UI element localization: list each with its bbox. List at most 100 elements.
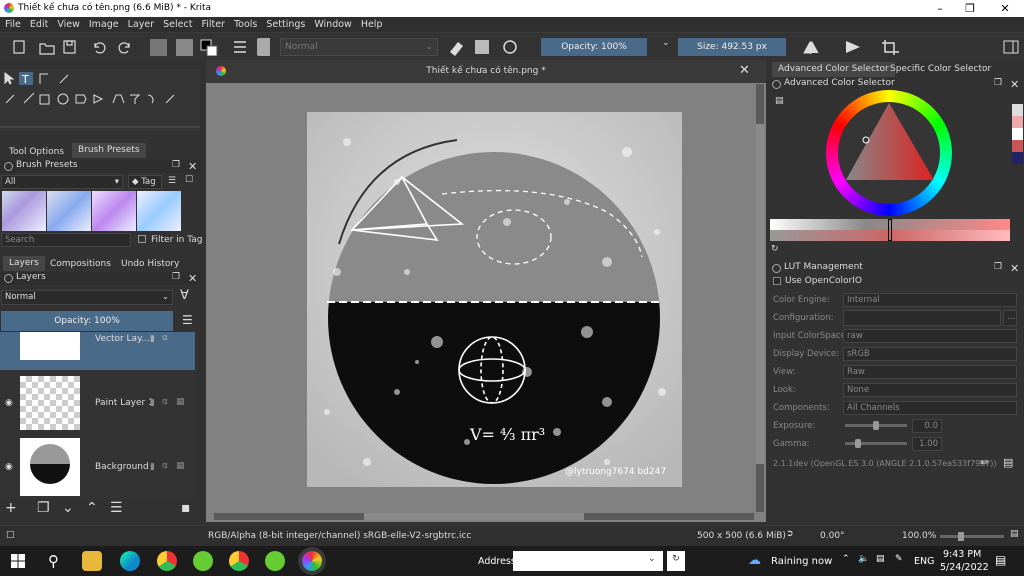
close-document-icon[interactable]: ✕ bbox=[739, 63, 750, 78]
lock-icon[interactable]: ▮ bbox=[150, 462, 155, 472]
workspace-chooser-icon[interactable] bbox=[1002, 38, 1020, 56]
language-indicator[interactable]: ENG bbox=[914, 556, 934, 567]
clock-time[interactable]: 9:43 PM bbox=[943, 549, 981, 560]
inherit-alpha-icon[interactable]: ▦ bbox=[176, 461, 185, 471]
float-panel-icon[interactable]: ❐ bbox=[994, 262, 1002, 272]
lock-icon[interactable]: ▮ bbox=[150, 334, 155, 344]
add-layer-icon[interactable]: + bbox=[5, 500, 17, 516]
chevron-down-icon[interactable]: ⌄ bbox=[648, 554, 656, 564]
tab-advanced-color-selector[interactable]: Advanced Color Selector bbox=[772, 62, 895, 77]
preset-search-input[interactable]: Search bbox=[1, 233, 131, 247]
color-history-strip[interactable] bbox=[1012, 104, 1023, 164]
channel-menu-icon[interactable]: ▤ bbox=[1003, 456, 1013, 469]
exposure-slider[interactable] bbox=[845, 421, 907, 430]
float-panel-icon[interactable]: ❐ bbox=[172, 160, 180, 170]
gamma-slider[interactable] bbox=[845, 439, 907, 448]
move-down-icon[interactable]: ⌄ bbox=[62, 500, 74, 516]
chrome-icon[interactable] bbox=[229, 551, 249, 571]
brush-preset-item[interactable] bbox=[47, 191, 91, 231]
color-engine-select[interactable]: Internal bbox=[843, 293, 1017, 307]
tab-compositions[interactable]: Compositions bbox=[44, 257, 117, 272]
search-icon[interactable]: ⚲ bbox=[48, 552, 59, 570]
float-panel-icon[interactable]: ❐ bbox=[994, 78, 1002, 88]
weather-text[interactable]: Raining now bbox=[771, 556, 832, 567]
shade-selector[interactable] bbox=[770, 219, 1010, 241]
float-panel-icon[interactable]: ❐ bbox=[172, 272, 180, 282]
layer-row[interactable]: ◉ Paint Layer 1 ▮ α ▦ bbox=[0, 374, 195, 438]
clock-date[interactable]: 5/24/2022 bbox=[940, 562, 989, 573]
visibility-eye-icon[interactable]: ◉ bbox=[5, 462, 13, 472]
zoom-value[interactable]: 100.0% bbox=[902, 531, 936, 541]
notification-icon[interactable]: ▤ bbox=[995, 553, 1006, 567]
layer-filter-icon[interactable]: ∀ bbox=[180, 288, 189, 303]
brush-preset-item[interactable] bbox=[92, 191, 136, 231]
color-triangle[interactable] bbox=[826, 90, 952, 216]
close-panel-icon[interactable]: ✕ bbox=[188, 272, 197, 285]
app-icon[interactable] bbox=[265, 551, 285, 571]
duplicate-layer-icon[interactable]: ❐ bbox=[37, 500, 50, 516]
close-panel-icon[interactable]: ✕ bbox=[1010, 78, 1019, 91]
inherit-alpha-icon[interactable]: ▦ bbox=[176, 397, 185, 407]
go-refresh-icon[interactable]: ↻ bbox=[667, 551, 685, 571]
input-colorspace-select[interactable]: raw bbox=[843, 329, 1017, 343]
menu-edit[interactable]: Edit bbox=[25, 17, 52, 30]
preset-list-view-icon[interactable]: ☰ bbox=[168, 176, 176, 186]
filter-in-tag-checkbox[interactable] bbox=[138, 235, 146, 243]
layer-properties-icon[interactable]: ☰ bbox=[110, 500, 123, 516]
alpha-lock-icon[interactable]: α bbox=[162, 397, 168, 407]
view-select[interactable]: Raw bbox=[843, 365, 1017, 379]
use-ocio-checkbox[interactable] bbox=[773, 277, 781, 285]
gamma-input[interactable]: 1.00 bbox=[912, 437, 942, 451]
size-slider[interactable]: Size: 492.53 px bbox=[678, 38, 786, 56]
rotate-icon[interactable]: ➲ bbox=[786, 529, 794, 539]
tab-tool-options[interactable]: Tool Options bbox=[3, 145, 70, 160]
look-select[interactable]: None bbox=[843, 383, 1017, 397]
view-mode-icon[interactable]: ▤ bbox=[1010, 529, 1019, 539]
layer-row[interactable]: ◉ Background ▮ α ▦ bbox=[0, 438, 195, 498]
canvas-area[interactable]: Thiết kế chưa có tên.png * ✕ V= ⁴⁄₃ πr³ … bbox=[206, 60, 766, 522]
alpha-lock-icon[interactable]: α bbox=[162, 333, 168, 343]
menu-view[interactable]: View bbox=[52, 17, 84, 30]
browse-button[interactable]: … bbox=[1003, 310, 1017, 326]
edge-browser-icon[interactable] bbox=[120, 551, 140, 571]
color-picker-icon[interactable]: ✏ bbox=[980, 456, 989, 469]
krita-taskbar-icon[interactable] bbox=[302, 551, 322, 571]
windows-start-icon[interactable] bbox=[11, 554, 25, 568]
network-icon[interactable]: ▤ bbox=[876, 554, 885, 564]
selection-mode-icon[interactable]: □ bbox=[6, 530, 15, 540]
close-window-button[interactable]: ✕ bbox=[990, 2, 1020, 15]
menu-image[interactable]: Image bbox=[84, 17, 123, 30]
display-device-select[interactable]: sRGB bbox=[843, 347, 1017, 361]
layer-opacity-slider[interactable]: Opacity: 100% bbox=[1, 311, 173, 331]
brush-preset-item[interactable] bbox=[137, 191, 181, 231]
delete-layer-icon[interactable]: ▪ bbox=[181, 500, 191, 516]
chrome-icon[interactable] bbox=[157, 551, 177, 571]
tag-select[interactable]: ◆ Tag bbox=[128, 175, 162, 189]
app-icon[interactable] bbox=[193, 551, 213, 571]
tab-undo-history[interactable]: Undo History bbox=[115, 257, 185, 272]
refresh-icon[interactable]: ↻ bbox=[771, 244, 779, 254]
preset-filter-select[interactable]: All ▾ bbox=[1, 175, 123, 189]
zoom-slider[interactable] bbox=[940, 532, 1004, 541]
visibility-eye-icon[interactable]: ◉ bbox=[5, 398, 13, 408]
volume-icon[interactable]: 🔈 bbox=[858, 554, 869, 564]
menu-layer[interactable]: Layer bbox=[123, 17, 159, 30]
selector-settings-icon[interactable]: ▤ bbox=[775, 96, 784, 106]
menu-file[interactable]: File bbox=[0, 17, 25, 30]
tab-layers[interactable]: Layers bbox=[3, 256, 45, 271]
tab-brush-presets[interactable]: Brush Presets bbox=[72, 143, 146, 158]
address-input[interactable]: ⌄ bbox=[513, 551, 663, 571]
rotation-value[interactable]: 0.00° bbox=[820, 531, 845, 541]
layer-row[interactable]: Vector Lay... ▮ α bbox=[0, 332, 195, 370]
input-method-icon[interactable]: ✎ bbox=[895, 554, 903, 564]
configuration-input[interactable] bbox=[843, 310, 1001, 326]
layer-options-icon[interactable]: ☰ bbox=[182, 313, 193, 327]
exposure-input[interactable]: 0.0 bbox=[912, 419, 942, 433]
opacity-slider[interactable]: Opacity: 100% bbox=[541, 38, 647, 56]
menu-tools[interactable]: Tools bbox=[229, 17, 261, 30]
close-panel-icon[interactable]: ✕ bbox=[188, 160, 197, 173]
opacity-menu-icon[interactable]: ⌄ bbox=[662, 38, 670, 56]
alpha-lock-icon[interactable]: α bbox=[162, 461, 168, 471]
lock-icon[interactable]: ▮ bbox=[150, 398, 155, 408]
tray-chevron-icon[interactable]: ⌃ bbox=[842, 554, 850, 564]
